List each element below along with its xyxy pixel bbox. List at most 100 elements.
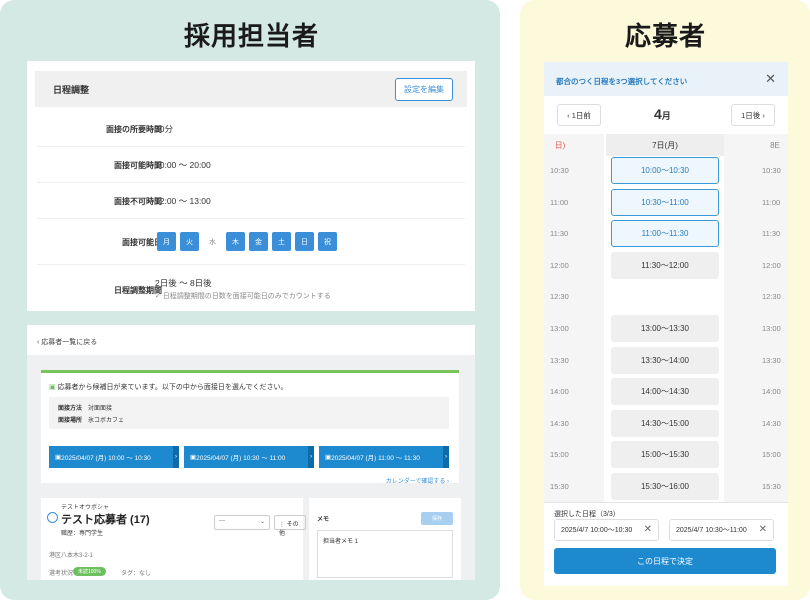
time-slot-button[interactable]: 13:30〜14:00 xyxy=(611,346,719,374)
memo-panel: メモ 保存 担当者メモ 1 xyxy=(309,498,461,580)
time-slot-button[interactable]: 10:00〜10:30 xyxy=(611,157,719,184)
time-label: 13:30 xyxy=(762,355,781,365)
calendar-icon: ▣ xyxy=(49,384,58,391)
month-number: 4 xyxy=(654,106,662,122)
time-label: 12:30 xyxy=(762,292,781,302)
chevron-down-icon: ⌄ xyxy=(259,519,265,525)
schedule-settings-card: 日程調整 設定を編集 面接の所要時間 30分 面接可能時間 10:00 〜 20… xyxy=(27,61,475,311)
close-icon[interactable]: ✕ xyxy=(765,71,776,87)
applicant-detail-card: ‹ 応募者一覧に戻る ▣ 応募者から候補日が来ています。以下の中から面接日を選ん… xyxy=(27,325,475,580)
status-select[interactable]: --- ⌄ xyxy=(214,515,270,530)
settings-row-duration: 面接の所要時間 30分 xyxy=(37,107,465,147)
time-slot-button[interactable]: 10:30〜11:00 xyxy=(611,188,719,216)
info-label: 面接場所 xyxy=(58,418,83,424)
weekday-toggles: 月 火 水 木 金 土 日 祝 xyxy=(157,232,337,251)
row-label: 日程調整期間 xyxy=(114,286,162,295)
info-value: 対面面接 xyxy=(88,406,113,412)
month-suffix: 月 xyxy=(661,111,671,121)
time-label: 10:30 xyxy=(550,166,569,175)
settings-header: 日程調整 設定を編集 xyxy=(35,71,467,107)
day-toggle[interactable]: 祝 xyxy=(318,232,337,251)
slot-label: 2025/04/07 (月) 11:00 〜 11:30 xyxy=(331,455,420,462)
chevron-right-icon: › xyxy=(443,446,449,468)
settings-row-period: 日程調整期間 2日後 〜 8日後 ✓ 日程調整期間の日数を面接可能日のみでカウン… xyxy=(37,265,465,309)
day-toggle[interactable]: 金 xyxy=(249,232,268,251)
day-toggle[interactable]: 日 xyxy=(295,232,314,251)
applicant-name: テスト応募者 (17) xyxy=(61,514,150,526)
time-label: 13:00 xyxy=(550,324,569,333)
confirm-button[interactable]: この日程で決定 xyxy=(554,548,776,574)
tag-text: タグ：なし xyxy=(121,571,152,577)
row-label: 面接可能日 xyxy=(122,238,162,247)
edit-settings-button[interactable]: 設定を編集 xyxy=(395,77,453,101)
candidate-slot-button[interactable]: ▣ 2025/04/07 (月) 10:30 〜 11:00 › xyxy=(184,446,314,468)
notice-message: ▣ 応募者から候補日が来ています。以下の中から面接日を選んでください。 xyxy=(49,382,288,392)
selected-count-label: 選択した日程（3/3） xyxy=(554,511,620,518)
day-toggle[interactable]: 水 xyxy=(203,232,222,251)
time-label: 12:30 xyxy=(550,292,569,302)
candidate-slot-button[interactable]: ▣ 2025/04/07 (月) 10:00 〜 10:30 › xyxy=(49,446,179,468)
time-slot-button[interactable]: 15:30〜16:00 xyxy=(611,473,719,500)
back-link-label: 応募者一覧に戻る xyxy=(41,339,98,346)
chip-label: 2025/4/7 10:30〜11:00 xyxy=(676,527,747,534)
interview-info: 面接方法 対面面接 面接場所 氷コボカフェ xyxy=(49,397,449,429)
month-label: 4月 xyxy=(654,106,671,122)
time-slot-button[interactable]: 11:00〜11:30 xyxy=(611,220,719,248)
applicant-address: 港区八本木3-2-1 xyxy=(49,553,94,559)
prev-day-button[interactable]: ‹ 1日前 xyxy=(557,104,601,126)
time-slot-button[interactable]: 11:30〜12:00 xyxy=(611,251,719,279)
row-label: 面接不可時間 xyxy=(114,197,162,206)
applicant-profile: テストオウボシャ テスト応募者 (17) 職歴：専門学生 --- ⌄ ⋮ その他 … xyxy=(41,498,306,580)
time-label: 14:30 xyxy=(762,418,781,428)
time-slot-button[interactable]: 15:00〜15:30 xyxy=(611,441,719,469)
time-slot-button[interactable]: 14:00〜14:30 xyxy=(611,378,719,406)
day-toggle[interactable]: 土 xyxy=(272,232,291,251)
candidate-notice: ▣ 応募者から候補日が来ています。以下の中から面接日を選んでください。 面接方法… xyxy=(41,370,459,485)
period-note: ✓ 日程調整期間の日数を面接可能日のみでカウントする xyxy=(155,293,331,300)
time-slot-button[interactable]: 13:00〜13:30 xyxy=(611,315,719,342)
time-label: 12:00 xyxy=(550,260,569,270)
day-toggle[interactable]: 火 xyxy=(180,232,199,251)
day-toggle[interactable]: 木 xyxy=(226,232,245,251)
row-label: 面接可能時間 xyxy=(114,161,162,170)
close-icon[interactable]: ✕ xyxy=(759,524,767,535)
selection-footer: 選択した日程（3/3） 2025/4/7 10:00〜10:30 ✕ 2025/4… xyxy=(544,502,788,586)
memo-textarea[interactable]: 担当者メモ 1 xyxy=(317,530,453,578)
time-slot-button[interactable]: 14:30〜15:00 xyxy=(611,409,719,437)
info-row: 面接方法 対面面接 xyxy=(58,403,112,412)
time-label: 14:00 xyxy=(762,387,781,397)
slot-label: 2025/04/07 (月) 10:30 〜 11:00 xyxy=(196,455,286,462)
time-label: 10:30 xyxy=(762,166,781,175)
time-label: 13:30 xyxy=(550,355,569,365)
time-label: 11:00 xyxy=(762,197,781,207)
next-day-button[interactable]: 1日後 › xyxy=(731,104,775,126)
time-label: 11:00 xyxy=(550,197,569,207)
row-value: 30分 xyxy=(155,124,173,134)
time-label: 15:30 xyxy=(550,482,569,491)
settings-row-available: 面接可能時間 10:00 〜 20:00 xyxy=(37,147,465,183)
other-menu-button[interactable]: ⋮ その他 xyxy=(274,515,306,537)
day-toggle[interactable]: 月 xyxy=(157,232,176,251)
status-badge: 未読100% xyxy=(73,567,106,576)
chevron-right-icon: › xyxy=(173,446,179,468)
time-label: 15:30 xyxy=(762,482,781,491)
back-link[interactable]: ‹ 応募者一覧に戻る xyxy=(37,337,97,347)
time-label: 15:00 xyxy=(762,450,781,460)
selected-chip: 2025/4/7 10:00〜10:30 ✕ xyxy=(554,519,659,541)
time-label: 14:30 xyxy=(550,418,569,428)
chip-label: 2025/4/7 10:00〜10:30 xyxy=(561,527,633,534)
date-picker-dialog: 都合のつく日程を3つ選択してください ✕ ‹ 1日前 4月 1日後 › 日) 7… xyxy=(544,62,788,586)
time-label: 13:00 xyxy=(762,324,781,333)
time-label: 15:00 xyxy=(550,450,569,460)
status-label: 選考状況 xyxy=(49,571,74,577)
info-label: 面接方法 xyxy=(58,406,83,412)
candidate-slot-button[interactable]: ▣ 2025/04/07 (月) 11:00 〜 11:30 › xyxy=(319,446,449,468)
time-label: 11:30 xyxy=(762,229,781,239)
row-value: 10:00 〜 20:00 xyxy=(155,160,211,170)
calendar-link[interactable]: カレンダーで確認する › xyxy=(386,476,449,485)
user-icon xyxy=(47,512,58,523)
recruiter-title: 採用担当者 xyxy=(184,21,320,51)
info-row: 面接場所 氷コボカフェ xyxy=(58,415,124,424)
memo-save-button[interactable]: 保存 xyxy=(421,512,453,525)
close-icon[interactable]: ✕ xyxy=(644,524,652,535)
